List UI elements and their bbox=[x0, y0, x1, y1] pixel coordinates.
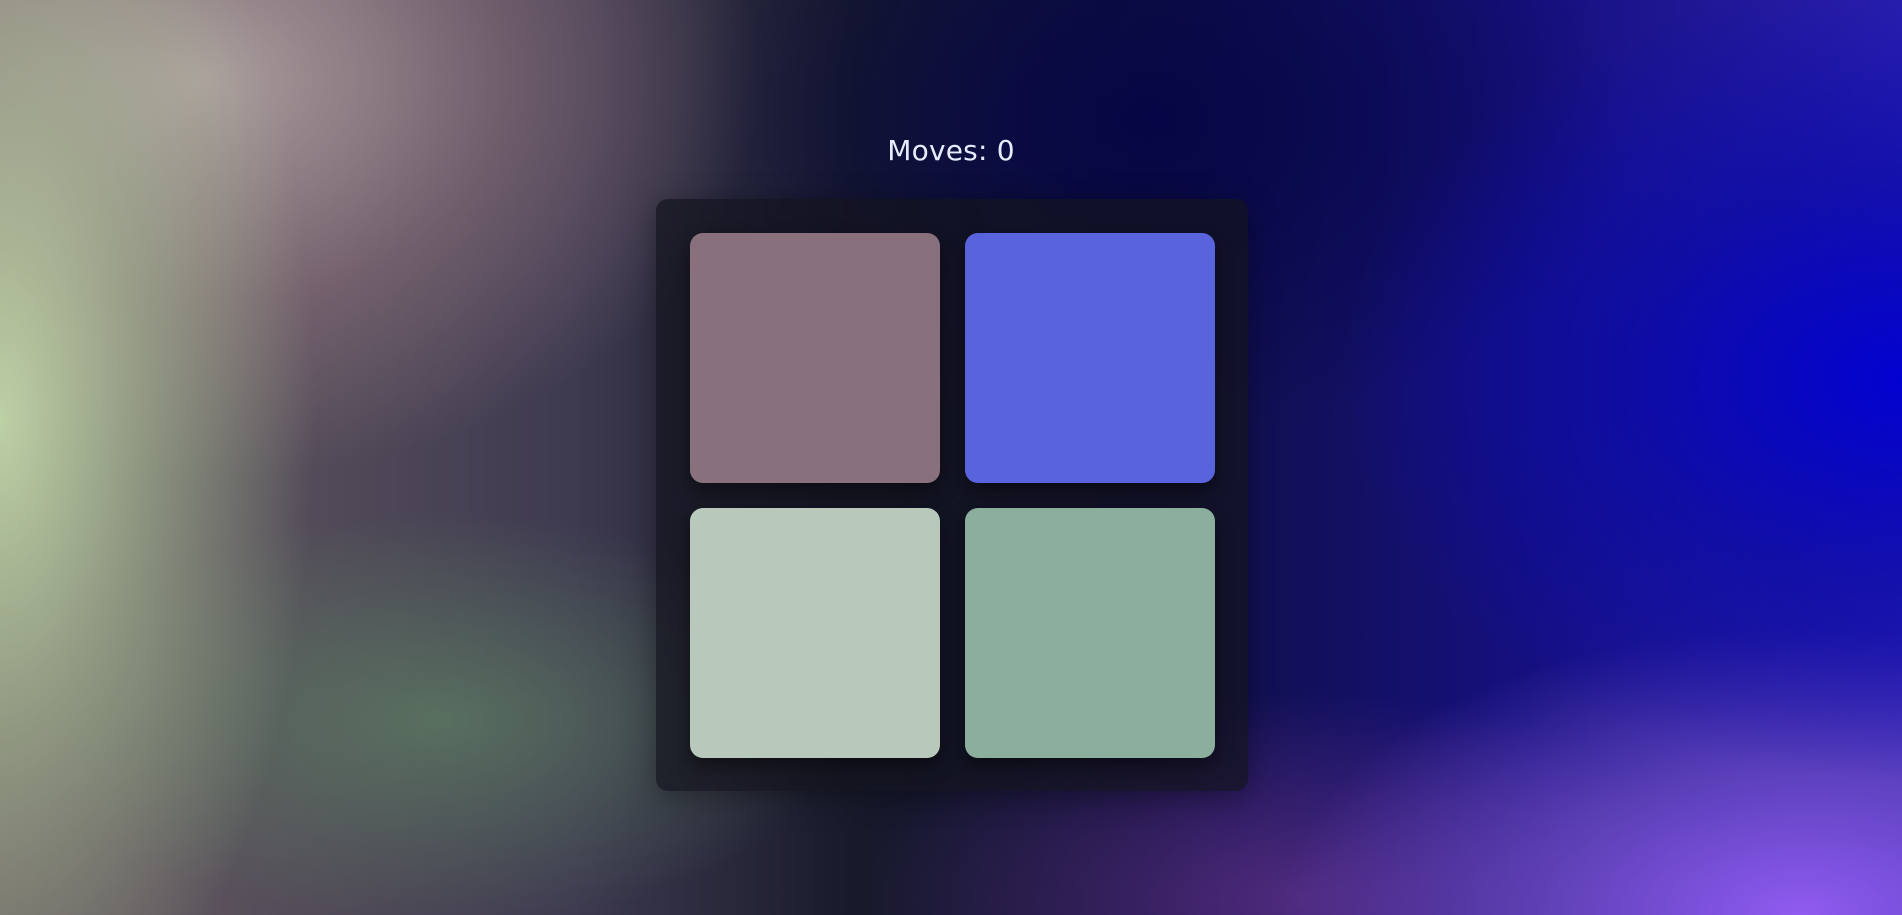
tile-top-right[interactable] bbox=[965, 233, 1215, 483]
game-board bbox=[656, 199, 1248, 791]
tile-bottom-left[interactable] bbox=[690, 508, 940, 758]
tile-bottom-right[interactable] bbox=[965, 508, 1215, 758]
tile-top-left[interactable] bbox=[690, 233, 940, 483]
moves-counter: Moves: 0 bbox=[887, 134, 1015, 167]
